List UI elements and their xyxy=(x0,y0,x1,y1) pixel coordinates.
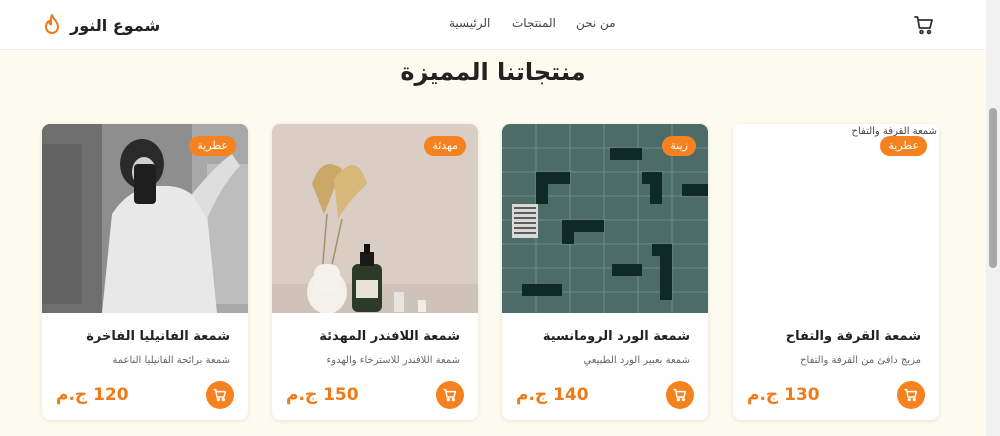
header-cart-button[interactable] xyxy=(912,13,936,37)
product-badge: زينة xyxy=(662,136,696,156)
add-to-cart-button[interactable] xyxy=(666,381,694,409)
main-nav: الرئيسية المنتجات من نحن xyxy=(440,16,640,34)
top-navbar: الرئيسية المنتجات من نحن شموع النور xyxy=(0,0,986,50)
nav-item-about[interactable]: من نحن xyxy=(576,16,616,30)
product-price: 150 ج.م xyxy=(286,385,359,405)
product-title[interactable]: شمعة الورد الرومانسية xyxy=(516,329,690,344)
product-card[interactable]: شمعة القرفة والتفاح عطرية شمعة القرفة وا… xyxy=(733,124,939,420)
cart-icon xyxy=(213,388,227,402)
product-price: 130 ج.م xyxy=(747,385,820,405)
nav-item-products[interactable]: المنتجات xyxy=(512,16,556,30)
add-to-cart-button[interactable] xyxy=(897,381,925,409)
page-scrollbar-thumb[interactable] xyxy=(989,108,997,268)
product-title[interactable]: شمعة القرفة والتفاح xyxy=(747,329,921,344)
product-description: شمعة اللافندر للاسترخاء والهدوء xyxy=(326,355,460,366)
brand-logo[interactable]: شموع النور xyxy=(42,12,160,38)
product-description: مزيج دافئ من القرفة والتفاح xyxy=(800,355,921,366)
section-title: منتجاتنا المميزة xyxy=(400,58,586,86)
add-to-cart-button[interactable] xyxy=(206,381,234,409)
cart-icon xyxy=(673,388,687,402)
product-description: شمعة بعبير الورد الطبيعي xyxy=(583,355,690,366)
product-title[interactable]: شمعة الفانيليا الفاخرة xyxy=(56,329,230,344)
product-price: 120 ج.م xyxy=(56,385,129,405)
product-badge: عطرية xyxy=(880,136,927,156)
product-card[interactable]: عطرية شمعة الفانيليا الفاخرة شمعة برائحة… xyxy=(42,124,248,420)
product-card[interactable]: مهدئة شمعة اللافندر المهدئة شمعة اللافند… xyxy=(272,124,478,420)
product-title[interactable]: شمعة اللافندر المهدئة xyxy=(286,329,460,344)
cart-icon xyxy=(904,388,918,402)
add-to-cart-button[interactable] xyxy=(436,381,464,409)
cart-icon xyxy=(914,16,933,35)
product-badge: مهدئة xyxy=(424,136,466,156)
cart-icon xyxy=(443,388,457,402)
product-description: شمعة برائحة الفانيليا الناعمة xyxy=(112,355,230,366)
flame-icon xyxy=(45,14,59,34)
product-card[interactable]: زينة شمعة الورد الرومانسية شمعة بعبير ال… xyxy=(502,124,708,420)
nav-item-home[interactable]: الرئيسية xyxy=(449,16,490,30)
product-badge: عطرية xyxy=(189,136,236,156)
product-price: 140 ج.م xyxy=(516,385,589,405)
brand-name: شموع النور xyxy=(70,15,161,35)
